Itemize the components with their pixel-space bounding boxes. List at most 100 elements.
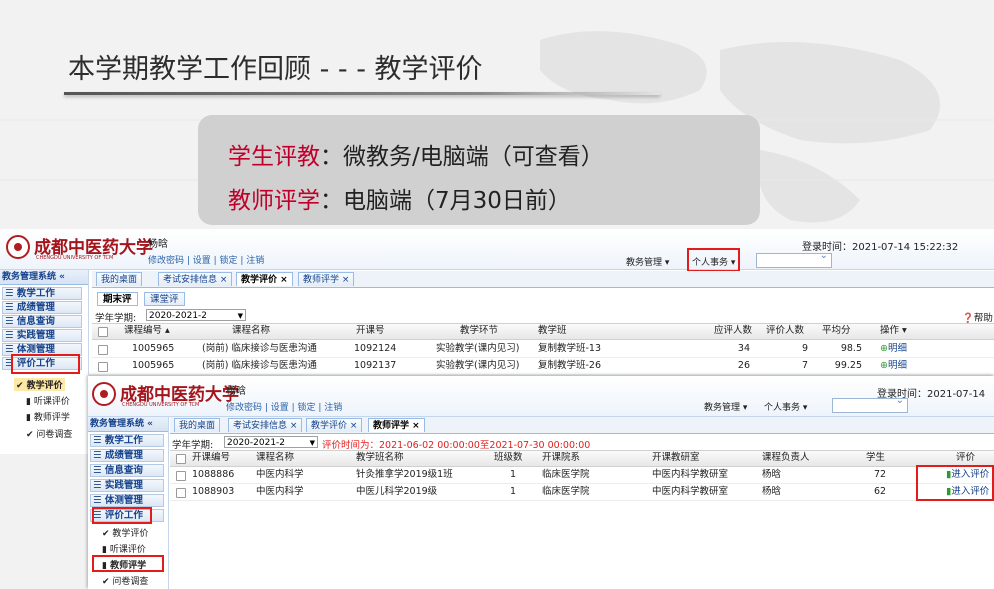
col-course-name: 课程名称	[232, 325, 271, 336]
term-select[interactable]: 2020-2021-2	[146, 309, 246, 322]
col-class-count: 班级数	[494, 452, 523, 463]
subtab-class[interactable]: 课堂评	[144, 292, 185, 306]
zoom-in-icon: ⊕	[880, 343, 888, 354]
tab-exam-schedule[interactable]: 考试安排信息 ×	[228, 418, 303, 432]
sidebar-item-info[interactable]: ☰ 信息查询	[90, 464, 164, 477]
menu-academic-admin[interactable]: 教务管理 ▾	[704, 400, 747, 413]
col-course-code[interactable]: 课程编号 ▴	[124, 324, 170, 338]
sidebar-header[interactable]: 教务管理系统 «	[0, 270, 88, 285]
app-header: 成都中医药大学 CHENGDU UNIVERSITY OF TCM 杨晗 修改密…	[0, 229, 994, 272]
tab-desktop[interactable]: 我的桌面	[96, 272, 143, 286]
callout-line-teacher: 教师评学：电脑端（7月30日前）	[228, 181, 571, 215]
term-select[interactable]: 2020-2021-2	[224, 436, 318, 449]
sidebar-sub-lecture-eval[interactable]: ▮ 听课评价	[26, 394, 70, 407]
top-search-select[interactable]	[756, 250, 832, 268]
user-links[interactable]: 修改密码 | 设置 | 锁定 | 注销	[148, 253, 264, 266]
detail-link[interactable]: ⊕明细	[880, 358, 907, 374]
col-evaluation: 评价	[956, 452, 976, 463]
tab-teacher-evaluation[interactable]: 教师评学 ×	[298, 272, 355, 286]
highlight-evaluation-menu	[92, 507, 152, 524]
cell-owner: 杨晗	[762, 486, 782, 497]
sidebar-sub-lecture-eval[interactable]: ▮ 听课评价	[102, 542, 146, 555]
cell-class: 复制教学班-13	[538, 343, 602, 354]
sidebar-sub-teaching-eval[interactable]: ✔ 教学评价	[14, 378, 65, 391]
sidebar-item-practice[interactable]: ☰ 实践管理	[90, 479, 164, 492]
slide-title: 本学期教学工作回顾 - - - 教学评价	[68, 54, 483, 85]
row-checkbox[interactable]	[176, 488, 186, 498]
term-value: 2020-2021-2	[227, 438, 286, 448]
callout-teacher-label: 教师评学	[228, 188, 320, 214]
table-row[interactable]: 1005965 (岗前) 临床接诊与医患沟通 1092124 实验教学(课内见习…	[92, 341, 994, 358]
sidebar-sub-teacher-eval[interactable]: ▮ 教师评学	[26, 410, 70, 423]
highlight-personal-affairs	[687, 248, 740, 272]
row-checkbox[interactable]	[176, 471, 186, 481]
top-search-select[interactable]	[832, 395, 908, 413]
app-header: 成都中医药大学 CHENGDU UNIVERSITY OF TCM 杨晗 修改密…	[88, 376, 994, 417]
cell-should: 26	[737, 360, 750, 371]
sidebar-item-grades[interactable]: ☰ 成绩管理	[90, 449, 164, 462]
sidebar-item-teaching[interactable]: ☰ 教学工作	[90, 434, 164, 447]
sidebar-sub-survey[interactable]: ✔ 问卷调查	[26, 427, 72, 440]
user-links[interactable]: 修改密码 | 设置 | 锁定 | 注销	[226, 400, 342, 413]
username: 杨晗	[226, 386, 246, 397]
cell-link: 实验教学(课内见习)	[436, 360, 520, 371]
cell-name: 中医内科学	[256, 469, 304, 480]
highlight-evaluation-menu	[11, 354, 80, 374]
row-checkbox[interactable]	[98, 362, 108, 372]
highlight-teacher-eval	[92, 555, 164, 572]
university-seal-icon	[92, 382, 116, 406]
tab-exam-schedule[interactable]: 考试安排信息 ×	[158, 272, 233, 286]
tab-teaching-evaluation[interactable]: 教学评价 ×	[306, 418, 363, 432]
cell-count: 1	[510, 486, 517, 497]
detail-link[interactable]: ⊕明细	[880, 341, 907, 357]
cell-count: 1	[510, 469, 517, 480]
term-label: 学年学期:	[95, 313, 137, 324]
callout-student-text: ：微教务/电脑端（可查看）	[320, 144, 604, 170]
menu-personal-affairs[interactable]: 个人事务 ▾	[764, 400, 807, 413]
help-link[interactable]: ❓帮助	[962, 310, 993, 324]
sidebar-sub-teaching-eval[interactable]: ✔ 教学评价	[102, 526, 148, 539]
cell-students: 62	[874, 486, 887, 497]
cell-should: 34	[737, 343, 750, 354]
table-row[interactable]: 1088886 中医内科学 针灸推拿学2019级1班 1 临床医学院 中医内科学…	[170, 467, 994, 484]
col-course-name: 课程名称	[256, 452, 295, 463]
sidebar-item-info[interactable]: ☰ 信息查询	[2, 315, 82, 328]
sidebar: 教务管理系统 « ☰ 教学工作 ☰ 成绩管理 ☰ 信息查询 ☰ 实践管理 ☰ 体…	[88, 417, 169, 589]
tab-teacher-evaluation[interactable]: 教师评学 ×	[368, 418, 425, 432]
select-all-checkbox[interactable]	[176, 454, 186, 464]
sidebar-item-grades[interactable]: ☰ 成绩管理	[2, 301, 82, 314]
select-all-checkbox[interactable]	[98, 327, 108, 337]
tab-desktop[interactable]: 我的桌面	[174, 418, 221, 432]
row-checkbox[interactable]	[98, 345, 108, 355]
col-owner: 课程负责人	[762, 452, 810, 463]
sidebar-item-teaching[interactable]: ☰ 教学工作	[2, 287, 82, 300]
cell-college: 临床医学院	[542, 469, 590, 480]
sidebar-item-fitness[interactable]: ☰ 体测管理	[90, 494, 164, 507]
cell-class: 中医儿科学2019级	[356, 486, 438, 497]
col-course-code: 开课编号	[192, 452, 231, 463]
term-value: 2020-2021-2	[149, 311, 208, 321]
table-row[interactable]: 1005965 (岗前) 临床接诊与医患沟通 1092137 实验教学(课内见习…	[92, 358, 994, 374]
detail-label: 明细	[887, 343, 907, 354]
tab-teaching-evaluation[interactable]: 教学评价 ×	[236, 272, 293, 286]
cell-name: (岗前) 临床接诊与医患沟通	[202, 343, 317, 354]
sidebar-sub-survey[interactable]: ✔ 问卷调查	[102, 574, 148, 587]
sidebar-header[interactable]: 教务管理系统 «	[88, 417, 168, 432]
callout-line-student: 学生评教：微教务/电脑端（可查看）	[228, 137, 604, 171]
col-operation[interactable]: 操作 ▾	[880, 324, 907, 338]
menu-academic-admin[interactable]: 教务管理 ▾	[626, 255, 669, 268]
cell-college: 临床医学院	[542, 486, 590, 497]
sidebar-item-practice[interactable]: ☰ 实践管理	[2, 329, 82, 342]
evaluation-period: 评价时间为：2021-06-02 00:00:00至2021-07-30 00:…	[322, 440, 591, 451]
cell-class-no: 1092124	[354, 343, 397, 354]
cell-office: 中医内科学教研室	[652, 469, 729, 480]
cell-done: 7	[801, 360, 808, 371]
callout-student-label: 学生评教	[228, 144, 320, 170]
screenshot-teaching-evaluation: 成都中医药大学 CHENGDU UNIVERSITY OF TCM 杨晗 修改密…	[0, 229, 994, 374]
tab-bar: 我的桌面 考试安排信息 × 教学评价 × 教师评学 ×	[92, 271, 994, 288]
col-average: 平均分	[822, 325, 851, 336]
cell-code: 1088886	[192, 469, 235, 480]
table-row[interactable]: 1088903 中医内科学 中医儿科学2019级 1 临床医学院 中医内科学教研…	[170, 484, 994, 501]
col-office: 开课教研室	[652, 452, 700, 463]
subtab-final[interactable]: 期末评	[97, 292, 138, 306]
